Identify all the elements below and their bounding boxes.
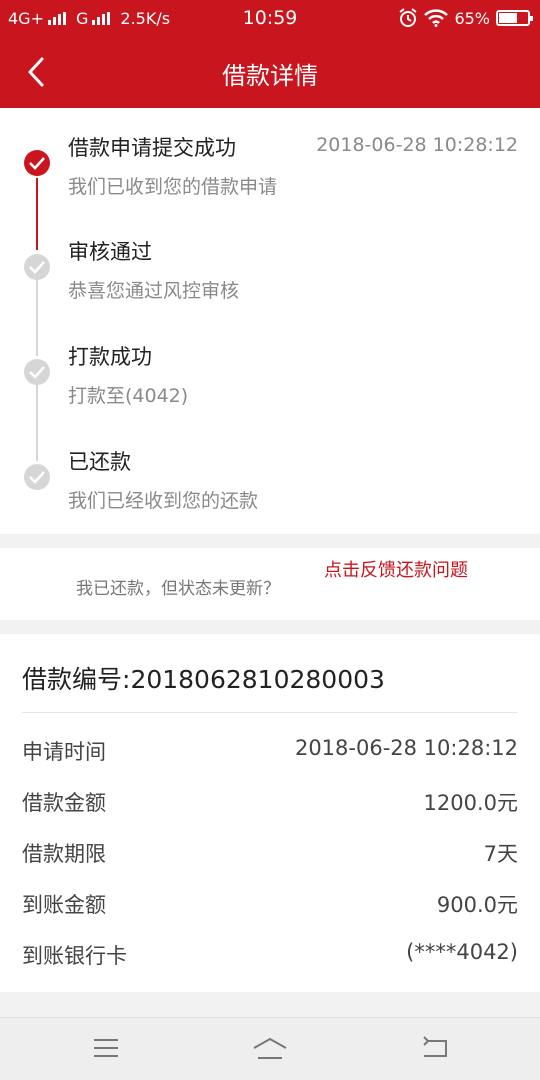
loan-number: 借款编号:2018062810280003 [22,660,385,696]
detail-value: 900.0元 [436,893,518,917]
detail-label: 到账银行卡 [22,944,127,968]
home-icon[interactable] [252,1036,288,1062]
back-icon[interactable] [420,1036,450,1060]
system-nav-bar [0,1017,540,1080]
detail-label: 借款期限 [22,842,106,866]
step-desc: 我们已收到您的借款申请 [68,176,278,198]
menu-icon[interactable] [92,1036,120,1060]
detail-label: 到账金额 [22,893,106,917]
timeline-line [36,278,38,356]
alarm-icon [399,8,418,27]
detail-label: 申请时间 [22,740,106,764]
detail-value: 7天 [483,842,518,866]
step-title: 已还款 [68,450,131,474]
step-time: 2018-06-28 10:28:12 [316,134,518,156]
step-desc: 我们已经收到您的还款 [68,490,259,512]
loan-number-label: 借款编号: [22,665,131,694]
step-title: 审核通过 [68,240,152,264]
detail-value: 1200.0元 [423,791,518,815]
detail-value: (****4042) [406,940,518,964]
check-icon [24,150,50,176]
status-right: 65% [398,8,533,28]
battery-percent: 65% [454,8,490,28]
step-desc: 恭喜您通过风控审核 [68,280,240,302]
detail-row: 到账金额 900.0元 [22,889,518,919]
wifi-icon [424,9,449,27]
check-icon [24,254,50,280]
header: 借款详情 [0,36,540,108]
timeline-line-active [36,178,38,250]
detail-row: 借款金额 1200.0元 [22,787,518,817]
detail-row: 到账银行卡 (****4042) [22,940,518,970]
detail-value: 2018-06-28 10:28:12 [294,736,518,760]
loan-number-value: 2018062810280003 [130,665,385,694]
feedback-banner: 我已还款，但状态未更新？ 点击反馈还款问题 [0,548,540,620]
step-desc: 打款至(4042) [68,385,189,407]
detail-label: 借款金额 [22,791,106,815]
divider [22,712,518,713]
check-icon [24,359,50,385]
check-icon [24,464,50,490]
loan-details: 借款编号:2018062810280003 申请时间 2018-06-28 10… [0,634,540,992]
detail-row: 借款期限 7天 [22,838,518,868]
battery-icon [496,10,533,26]
progress-timeline: 借款申请提交成功 2018-06-28 10:28:12 我们已收到您的借款申请… [0,108,540,534]
page-title: 借款详情 [222,62,318,90]
status-bar: 4G+ G 2.5K/s 10:59 65% [0,0,540,36]
step-title: 打款成功 [68,345,152,369]
feedback-question: 我已还款，但状态未更新？ [76,579,280,599]
timeline-line [36,383,38,461]
step-title: 借款申请提交成功 [68,136,236,160]
detail-row: 申请时间 2018-06-28 10:28:12 [22,736,518,766]
feedback-link[interactable]: 点击反馈还款问题 [324,560,474,582]
